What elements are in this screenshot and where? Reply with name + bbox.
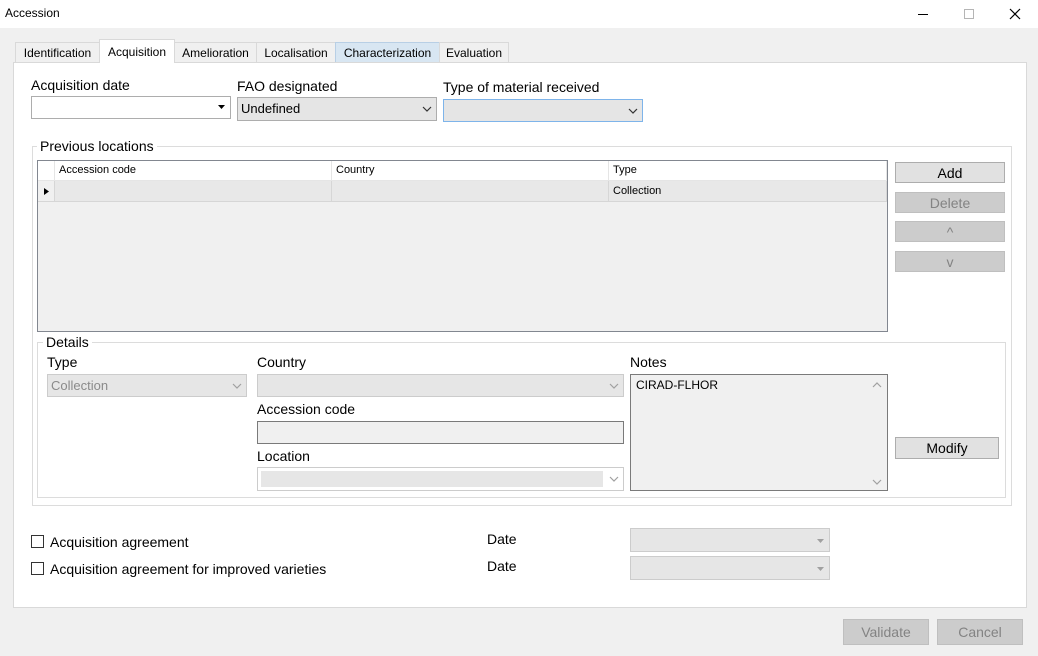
row-selector[interactable]	[38, 181, 55, 202]
acquisition-date-picker[interactable]	[31, 96, 231, 119]
chevron-down-icon	[609, 383, 619, 389]
cancel-button[interactable]: Cancel	[937, 619, 1023, 645]
details-accession-code-field[interactable]	[257, 421, 624, 444]
modify-button[interactable]: Modify	[895, 437, 999, 459]
details-notes-textarea[interactable]: CIRAD-FLHOR	[630, 374, 888, 491]
details-title: Details	[43, 334, 92, 350]
maximize-button[interactable]	[946, 0, 992, 28]
dropdown-triangle-icon	[817, 567, 824, 571]
details-location-select[interactable]	[257, 467, 624, 491]
scroll-down-icon[interactable]	[872, 479, 882, 486]
table-cell-accession-code[interactable]	[55, 181, 332, 202]
scroll-up-icon[interactable]	[872, 381, 882, 388]
chevron-down-icon	[609, 476, 619, 482]
details-location-label: Location	[257, 448, 310, 464]
details-accession-code-label: Accession code	[257, 401, 356, 417]
tab-amelioration[interactable]: Amelioration	[174, 42, 257, 62]
previous-locations-grid[interactable]: Accession code Country Type Collection	[37, 160, 888, 332]
title-bar: Accession	[0, 0, 1038, 28]
minimize-icon	[918, 14, 928, 15]
improved-varieties-agreement-checkbox[interactable]	[31, 562, 44, 575]
current-row-icon	[44, 188, 49, 195]
dropdown-triangle-icon	[218, 105, 225, 109]
agreement-date-label: Date	[487, 531, 517, 547]
validate-button[interactable]: Validate	[843, 619, 929, 645]
dropdown-triangle-icon	[817, 539, 824, 543]
fao-designated-select[interactable]: Undefined	[237, 97, 437, 121]
material-received-select[interactable]	[443, 99, 643, 122]
details-type-select[interactable]: Collection	[47, 374, 247, 397]
tab-evaluation[interactable]: Evaluation	[439, 42, 509, 62]
column-header-type[interactable]: Type	[609, 161, 887, 181]
chevron-down-icon	[628, 108, 638, 114]
previous-locations-title: Previous locations	[37, 138, 157, 154]
table-cell-country[interactable]	[332, 181, 609, 202]
column-header-country[interactable]: Country	[332, 161, 609, 181]
acquisition-agreement-label: Acquisition agreement	[50, 534, 189, 550]
minimize-button[interactable]	[900, 0, 946, 28]
improved-varieties-date-picker[interactable]	[630, 556, 830, 580]
window-title: Accession	[5, 6, 60, 20]
close-icon	[1009, 8, 1021, 20]
fao-designated-label: FAO designated	[237, 78, 338, 94]
column-header-accession-code[interactable]: Accession code	[55, 161, 332, 181]
chevron-down-icon	[422, 106, 432, 112]
tab-identification[interactable]: Identification	[15, 42, 100, 62]
maximize-icon	[964, 9, 974, 19]
close-button[interactable]	[992, 0, 1038, 28]
improved-varieties-date-label: Date	[487, 558, 517, 574]
tab-acquisition[interactable]: Acquisition	[99, 39, 175, 63]
acquisition-agreement-checkbox[interactable]	[31, 535, 44, 548]
material-received-label: Type of material received	[443, 79, 600, 95]
move-down-button[interactable]: v	[895, 251, 1005, 272]
tab-characterization[interactable]: Characterization	[335, 42, 440, 62]
row-header-corner	[38, 161, 55, 181]
details-country-label: Country	[257, 354, 307, 370]
delete-button[interactable]: Delete	[895, 192, 1005, 213]
details-notes-label: Notes	[630, 354, 667, 370]
add-button[interactable]: Add	[895, 162, 1005, 183]
improved-varieties-agreement-label: Acquisition agreement for improved varie…	[50, 561, 327, 577]
table-cell-type[interactable]: Collection	[609, 181, 887, 202]
agreement-date-picker[interactable]	[630, 528, 830, 552]
details-country-select[interactable]	[257, 374, 624, 397]
tab-localisation[interactable]: Localisation	[256, 42, 336, 62]
details-type-label: Type	[47, 354, 78, 370]
chevron-down-icon	[232, 383, 242, 389]
move-up-button[interactable]: ^	[895, 221, 1005, 242]
acquisition-date-label: Acquisition date	[31, 77, 130, 93]
